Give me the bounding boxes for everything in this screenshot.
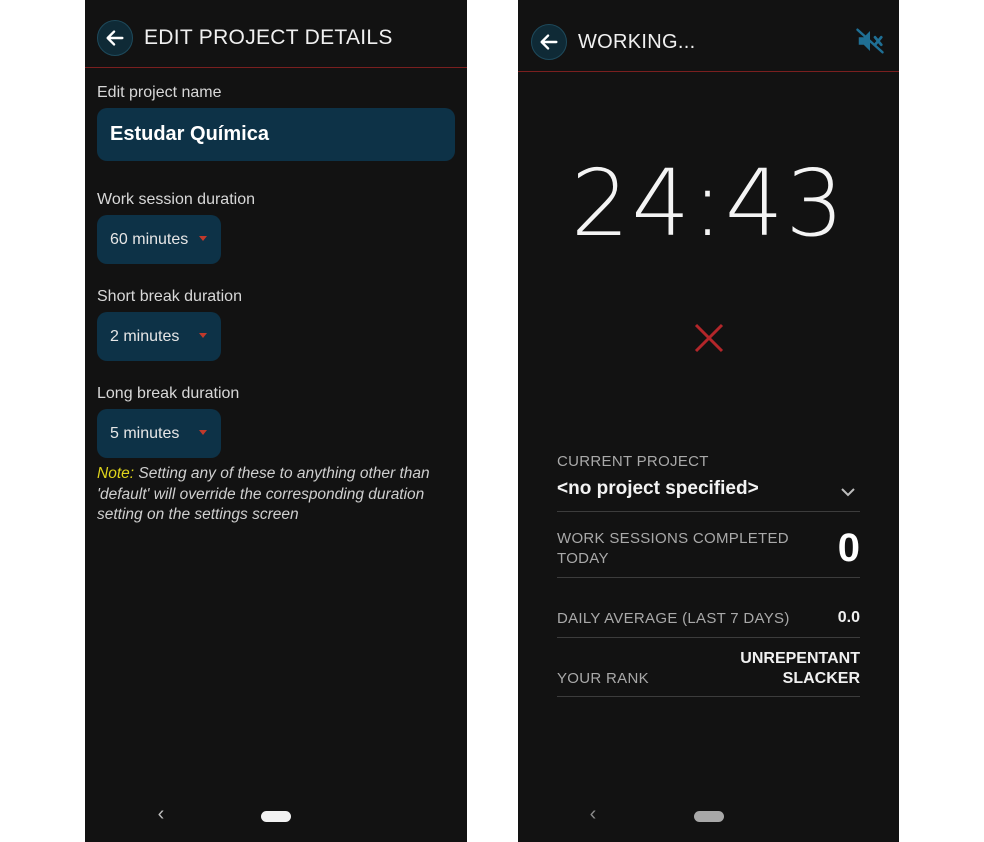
rank-label: YOUR RANK — [557, 670, 649, 687]
arrow-left-icon — [106, 30, 124, 46]
daily-average-value: 0.0 — [837, 609, 860, 626]
caret-down-icon — [199, 333, 207, 338]
note-label: Note: — [97, 465, 135, 482]
page-title: EDIT PROJECT DETAILS — [144, 26, 393, 49]
current-project-label: CURRENT PROJECT — [557, 453, 709, 470]
sessions-completed-value: 0 — [837, 526, 860, 570]
app-bar: WORKING... — [518, 0, 899, 72]
countdown-timer: 24:43 — [570, 150, 847, 257]
rank-value: UNREPENTANT SLACKER — [700, 649, 860, 689]
sessions-completed-label: WORK SESSIONS COMPLETED TODAY — [557, 529, 789, 569]
rank-value-line1: UNREPENTANT — [740, 650, 860, 667]
note-text: Setting any of these to anything other t… — [97, 465, 430, 523]
chevron-down-icon[interactable] — [838, 482, 858, 502]
sessions-label-line2: TODAY — [557, 550, 609, 567]
override-note: Note: Setting any of these to anything o… — [97, 464, 462, 526]
volume-off-icon[interactable] — [855, 26, 885, 56]
close-icon[interactable] — [692, 321, 726, 355]
divider — [557, 511, 860, 512]
divider — [557, 637, 860, 638]
work-duration-value: 60 minutes — [110, 230, 189, 248]
long-break-value: 5 minutes — [110, 424, 180, 442]
current-project-value[interactable]: <no project specified> — [557, 478, 759, 500]
working-screen: WORKING... 24:43 CURRENT PROJECT <no pro… — [518, 0, 899, 842]
work-duration-select[interactable]: 60 minutes — [97, 215, 221, 264]
short-break-select[interactable]: 2 minutes — [97, 312, 221, 361]
long-break-label: Long break duration — [97, 385, 240, 402]
system-home-button[interactable] — [261, 811, 291, 822]
edit-project-screen: EDIT PROJECT DETAILS Edit project name W… — [85, 0, 467, 842]
short-break-value: 2 minutes — [110, 327, 180, 345]
long-break-select[interactable]: 5 minutes — [97, 409, 221, 458]
caret-down-icon — [199, 430, 207, 435]
back-button[interactable] — [97, 20, 133, 56]
caret-down-icon — [199, 236, 207, 241]
arrow-left-icon — [540, 34, 558, 50]
divider — [557, 696, 860, 697]
system-back-button[interactable]: ‹ — [583, 803, 603, 826]
system-back-button[interactable]: ‹ — [151, 803, 171, 826]
project-name-input[interactable] — [97, 108, 455, 161]
project-name-label: Edit project name — [97, 84, 222, 101]
divider — [557, 577, 860, 578]
page-title: WORKING... — [578, 31, 696, 53]
daily-average-label: DAILY AVERAGE (LAST 7 DAYS) — [557, 610, 790, 627]
back-button[interactable] — [531, 24, 567, 60]
sessions-label-line1: WORK SESSIONS COMPLETED — [557, 530, 789, 547]
rank-value-line2: SLACKER — [782, 670, 860, 687]
work-duration-label: Work session duration — [97, 191, 255, 208]
app-bar: EDIT PROJECT DETAILS — [85, 0, 467, 68]
system-home-button[interactable] — [694, 811, 724, 822]
short-break-label: Short break duration — [97, 288, 242, 305]
